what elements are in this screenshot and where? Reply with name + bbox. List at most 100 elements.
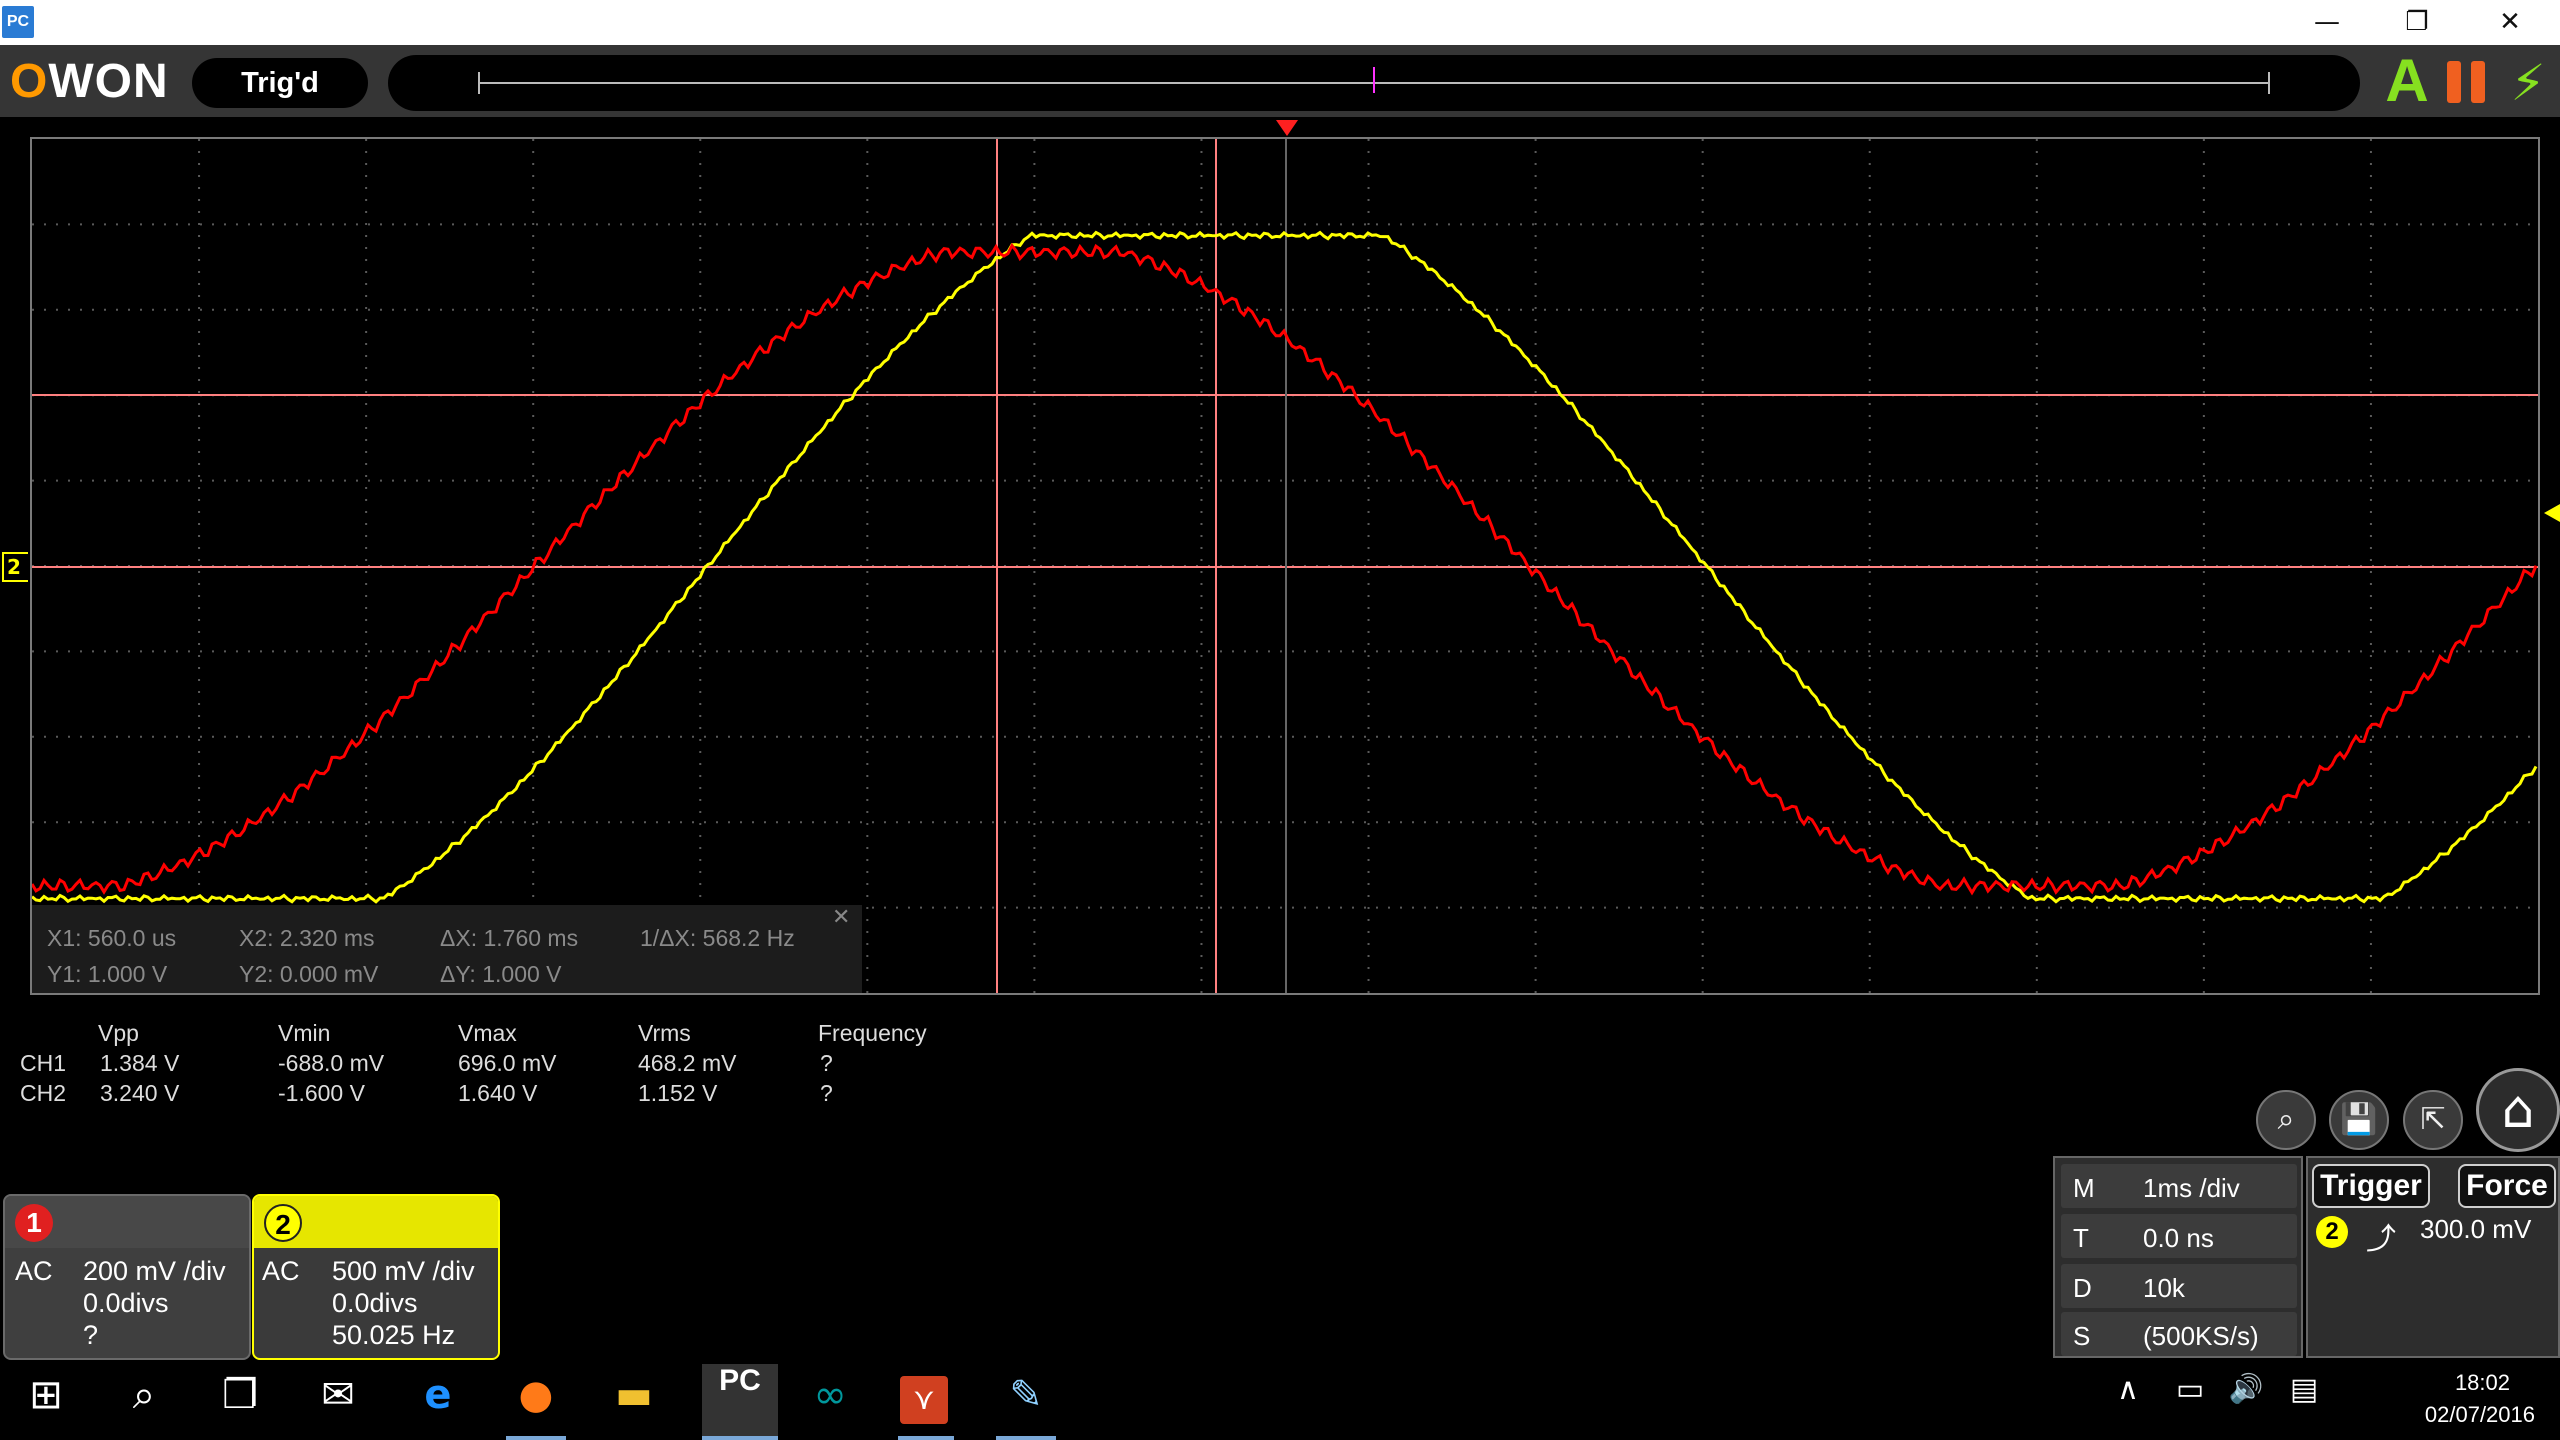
meas-ch2-vpp: 3.240 V [100,1080,180,1106]
minimize-button[interactable]: — [2282,0,2372,45]
timebase-d-key: D [2073,1273,2092,1303]
meas-header-vmin: Vmin [278,1020,331,1046]
firefox-active-indicator [506,1436,566,1440]
trigger-status: Trig'd [192,58,368,108]
paint-active-indicator [996,1436,1056,1440]
pause-button[interactable] [2447,61,2487,103]
chevron-up-icon[interactable]: ∧ [2100,1372,2156,1428]
cursor-x2: X2: 2.320 ms [239,925,375,951]
start-icon[interactable]: ⊞ [18,1372,74,1428]
zoom-icon[interactable]: ⌕ [2256,1090,2316,1150]
close-button[interactable]: ✕ [2465,0,2555,45]
waveform-overview-bar[interactable] [388,55,2360,111]
meas-ch2-vrms: 1.152 V [638,1080,718,1106]
pause-bar-left [2447,61,2461,103]
waveform-canvas [32,139,2538,993]
system-tray: ∧ ▭ 🔊 ▤ 18:02 02/07/2016 [2100,1360,2560,1440]
ch2-badge[interactable]: 2 [264,1204,302,1242]
trigger-button[interactable]: Trigger [2312,1164,2430,1208]
auto-button[interactable]: A [2382,51,2432,111]
cursor-delta-x: ΔX: 1.760 ms [440,925,579,951]
taskbar: ⊞ ⌕ ❐ ✉ e ● ▬ PC ∞ ⋎ ✎ ∧ ▭ 🔊 ▤ 18:02 02/… [0,1360,2560,1440]
volume-icon[interactable]: 🔊 [2218,1372,2274,1428]
meas-ch1-vpp: 1.384 V [100,1050,180,1076]
ch2-scale: 500 mV /div [332,1256,475,1286]
pause-bar-right [2471,61,2485,103]
oscilloscope-active-indicator [702,1436,778,1440]
ch2-offset-marker[interactable]: 2 [2,552,28,582]
oscilloscope-app-icon[interactable]: PC [702,1364,778,1436]
owon-logo: OWON [10,55,169,108]
app-icon[interactable]: ⋎ [900,1376,948,1424]
meas-ch1-vmin: -688.0 mV [278,1050,385,1076]
ch2-offset: 0.0divs [332,1288,418,1318]
ch1-waveform [32,242,2538,896]
ch2-coupling: AC [262,1256,300,1286]
meas-ch1-vrms: 468.2 mV [638,1050,737,1076]
notification-icon[interactable]: ▤ [2276,1372,2332,1428]
app-icon: PC [2,6,34,38]
mail-icon[interactable]: ✉ [310,1372,366,1428]
force-button[interactable]: Force [2458,1164,2556,1208]
ch2-panel[interactable]: 2 AC 500 mV /div 0.0divs 50.025 Hz [252,1194,500,1360]
ch1-scale: 200 mV /div [83,1256,226,1286]
timebase-scale-row[interactable]: M 1ms /div [2061,1164,2297,1208]
paint-icon[interactable]: ✎ [998,1372,1054,1428]
timebase-samplerate-row[interactable]: S (500KS/s) [2061,1312,2297,1356]
meas-ch2-vmin: -1.600 V [278,1080,365,1106]
search-icon[interactable]: ⌕ [116,1372,172,1428]
meas-header-vpp: Vpp [98,1020,139,1046]
home-icon[interactable]: ⌂ [2476,1068,2560,1152]
rising-edge-icon[interactable]: ⤴ [2366,1214,2396,1258]
trigger-panel: Trigger Force 2 ⤴ 300.0 mV [2306,1156,2560,1358]
meas-header-vmax: Vmax [458,1020,517,1046]
ch1-offset: 0.0divs [83,1288,169,1318]
task-view-icon[interactable]: ❐ [212,1372,268,1428]
timebase-depth-row[interactable]: D 10k [2061,1264,2297,1308]
app-active-indicator [898,1436,954,1440]
meas-header-frequency: Frequency [818,1020,927,1046]
overview-right-tick [2268,72,2270,94]
timebase-offset-row[interactable]: T 0.0 ns [2061,1214,2297,1258]
cursor-x1: X1: 560.0 us [47,925,177,951]
trigger-source-badge[interactable]: 2 [2316,1216,2348,1248]
export-icon[interactable]: ⇱ [2403,1090,2463,1150]
trigger-level-value[interactable]: 300.0 mV [2420,1214,2531,1245]
cursor-delta-y: ΔY: 1.000 V [440,961,562,987]
arduino-icon[interactable]: ∞ [802,1372,858,1428]
clock-date[interactable]: 02/07/2016 [2425,1402,2535,1428]
meas-ch2-freq: ? [820,1080,833,1106]
cursor-y2: Y2: 0.000 mV [239,961,379,987]
clock-time[interactable]: 18:02 [2455,1370,2510,1396]
timebase-t-key: T [2073,1223,2089,1253]
timebase-panel: M 1ms /div T 0.0 ns D 10k S (500KS/s) [2053,1156,2303,1358]
ch2-frequency: 50.025 Hz [332,1320,456,1350]
timebase-s-key: S [2073,1321,2091,1351]
overview-position-marker[interactable] [1373,67,1375,93]
save-icon[interactable]: 💾 [2329,1090,2389,1150]
toolbar: OWON Trig'd A ⚡ [0,45,2560,117]
ch1-panel[interactable]: 1 AC 200 mV /div 0.0divs ? [3,1194,251,1360]
meas-header-vrms: Vrms [638,1020,691,1046]
firefox-icon[interactable]: ● [508,1372,564,1428]
timebase-d-value: 10k [2143,1273,2185,1303]
restore-button[interactable]: ❐ [2372,0,2462,45]
trigger-level-marker[interactable] [2544,504,2560,522]
meas-ch2-vmax: 1.640 V [458,1080,538,1106]
cursor-y1: Y1: 1.000 V [47,961,168,987]
close-icon[interactable]: ✕ [832,905,850,930]
trigger-position-marker[interactable] [1276,120,1298,136]
ch1-frequency: ? [83,1320,99,1350]
battery-icon[interactable]: ▭ [2162,1372,2218,1428]
timebase-m-value: 1ms /div [2143,1173,2240,1203]
meas-row-ch2-label: CH2 [20,1080,67,1106]
title-bar: PC — ❐ ✕ [0,0,2560,45]
meas-ch1-vmax: 696.0 mV [458,1050,557,1076]
ch1-coupling: AC [15,1256,53,1286]
waveform-display[interactable] [30,137,2540,995]
file-explorer-icon[interactable]: ▬ [606,1372,662,1428]
single-trigger-button[interactable]: ⚡ [2508,55,2548,111]
cursor-inverse-delta-x: 1/ΔX: 568.2 Hz [640,925,795,951]
ch1-badge[interactable]: 1 [15,1204,53,1242]
edge-browser-icon[interactable]: e [410,1372,466,1428]
